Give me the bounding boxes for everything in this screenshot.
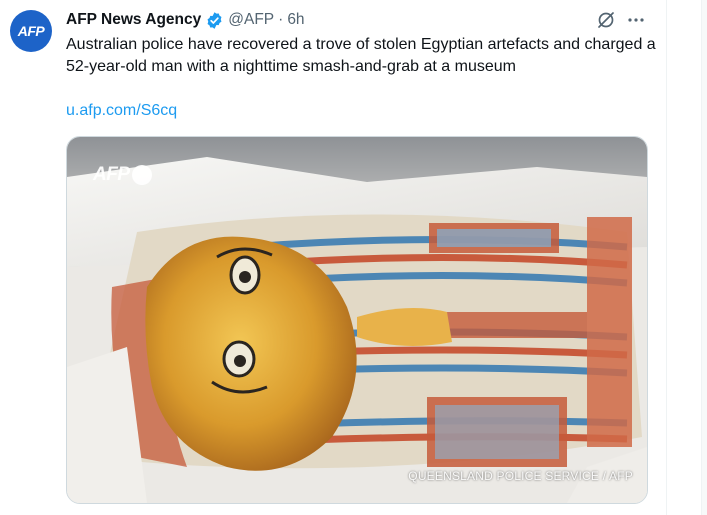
media-photo [67,137,647,503]
author-handle[interactable]: @AFP [228,11,274,29]
grok-icon[interactable] [596,10,616,30]
watermark-text: AFP [93,164,130,185]
afp-watermark: AFP [93,164,152,186]
timestamp[interactable]: 6h [287,11,304,29]
more-options-icon[interactable] [626,10,646,30]
tweet-link[interactable]: u.afp.com/S6cq [66,100,177,122]
tweet-text: Australian police have recovered a trove… [66,36,656,75]
tweet-header: AFP News Agency @AFP · 6h [66,9,305,31]
right-panel-edge [701,0,707,515]
avatar-text: AFP [17,23,45,39]
watermark-dot [131,165,152,185]
separator-dot: · [278,11,284,28]
author-name[interactable]: AFP News Agency [66,11,201,29]
column-divider [666,0,667,515]
verified-badge-icon[interactable] [205,11,224,30]
avatar[interactable]: AFP [10,10,52,52]
tweet-media[interactable]: AFP QUEENSLAND POLICE SERVICE / AFP [66,136,648,504]
photo-credit: QUEENSLAND POLICE SERVICE / AFP [408,469,633,483]
